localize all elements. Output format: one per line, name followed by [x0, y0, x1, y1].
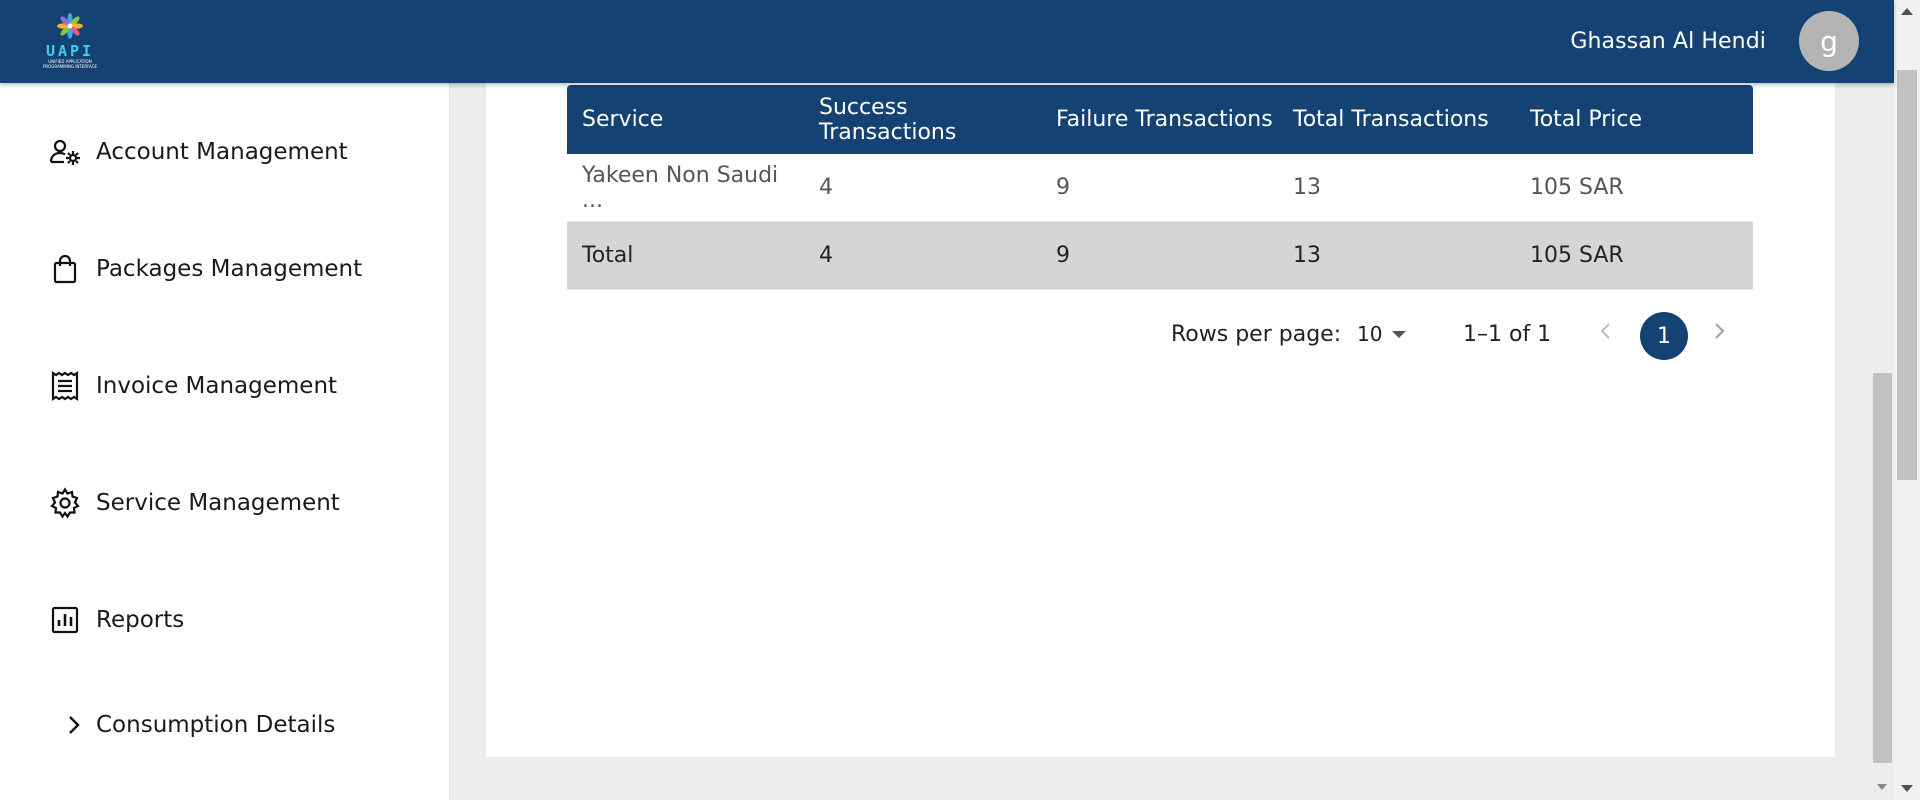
top-app-bar: UAPI UNIFIED APPLICATION PROGRAMMING INT…	[0, 0, 1894, 83]
shopping-bag-icon	[49, 253, 81, 285]
table-pagination: Rows per page: 10 1–1 of 1 1	[1171, 312, 1751, 360]
column-header-success-transactions[interactable]: Success Transactions	[804, 85, 1041, 154]
chevron-right-icon	[1715, 323, 1725, 339]
page-button-current[interactable]: 1	[1640, 312, 1688, 360]
cell-success-transactions: 4	[804, 154, 1041, 222]
sidebar-item-reports[interactable]: Reports	[0, 590, 449, 650]
cell-total-failure: 9	[1041, 221, 1278, 290]
table-row: Yakeen Non Saudi ... 4 9 13 105 SAR	[567, 154, 1753, 222]
sidebar-item-label: Invoice Management	[96, 373, 338, 399]
column-header-service[interactable]: Service	[567, 85, 804, 154]
sidebar-item-service-management[interactable]: Service Management	[0, 473, 449, 533]
cell-service: Yakeen Non Saudi ...	[567, 154, 804, 222]
rows-per-page-value: 10	[1357, 322, 1383, 346]
content-scrollbar[interactable]	[1871, 83, 1894, 800]
column-header-total-transactions[interactable]: Total Transactions	[1278, 85, 1515, 154]
user-gear-icon	[49, 136, 81, 168]
user-avatar[interactable]: g	[1799, 11, 1859, 71]
user-name[interactable]: Ghassan Al Hendi	[1570, 29, 1766, 54]
scroll-down-arrow-icon[interactable]	[1877, 784, 1887, 790]
logo-wordmark: UAPI	[45, 42, 95, 60]
table-total-row: Total 4 9 13 105 SAR	[567, 221, 1753, 290]
sidebar-item-label: Packages Management	[96, 256, 363, 282]
sidebar: Account Management Packages Management I…	[0, 83, 450, 800]
receipt-icon	[49, 370, 81, 402]
cell-failure-transactions: 9	[1041, 154, 1278, 222]
cell-total-transactions-sum: 13	[1278, 221, 1515, 290]
gear-icon	[49, 487, 81, 519]
chevron-right-icon	[58, 709, 90, 741]
cell-total-price: 105 SAR	[1515, 154, 1753, 222]
cell-total-transactions: 13	[1278, 154, 1515, 222]
rows-per-page-label: Rows per page:	[1171, 322, 1342, 347]
sidebar-item-label: Consumption Details	[96, 712, 336, 738]
column-header-total-price[interactable]: Total Price	[1515, 85, 1753, 154]
table-header-row: Service Success Transactions Failure Tra…	[567, 85, 1753, 154]
column-header-failure-transactions[interactable]: Failure Transactions	[1041, 85, 1278, 154]
uapi-logo[interactable]: UAPI UNIFIED APPLICATION PROGRAMMING INT…	[34, 12, 106, 72]
scroll-up-arrow-icon[interactable]	[1901, 8, 1913, 15]
cell-total-success: 4	[804, 221, 1041, 290]
cell-total-label: Total	[567, 221, 804, 290]
rows-per-page-select[interactable]: 10	[1357, 322, 1407, 346]
sidebar-item-label: Service Management	[96, 490, 340, 516]
chevron-left-icon	[1600, 323, 1610, 339]
page-scrollbar-thumb[interactable]	[1897, 70, 1917, 480]
page-scrollbar[interactable]	[1894, 0, 1920, 800]
sidebar-item-account-management[interactable]: Account Management	[0, 122, 449, 182]
sidebar-item-consumption-details[interactable]: Consumption Details	[0, 695, 449, 755]
sidebar-item-packages-management[interactable]: Packages Management	[0, 239, 449, 299]
bar-chart-icon	[49, 604, 81, 636]
sidebar-item-label: Reports	[96, 607, 185, 633]
content-scrollbar-thumb[interactable]	[1873, 373, 1892, 763]
pagination-range: 1–1 of 1	[1463, 322, 1552, 347]
consumption-table: Service Success Transactions Failure Tra…	[567, 85, 1753, 290]
sidebar-item-label: Account Management	[96, 139, 348, 165]
sidebar-item-invoice-management[interactable]: Invoice Management	[0, 356, 449, 416]
cell-total-price-sum: 105 SAR	[1515, 221, 1753, 290]
scroll-down-arrow-icon[interactable]	[1901, 785, 1913, 792]
next-page-button[interactable]	[1704, 318, 1734, 348]
caret-down-icon	[1392, 330, 1407, 338]
previous-page-button[interactable]	[1591, 318, 1621, 348]
logo-subtext: UNIFIED APPLICATION PROGRAMMING INTERFAC…	[42, 59, 98, 69]
